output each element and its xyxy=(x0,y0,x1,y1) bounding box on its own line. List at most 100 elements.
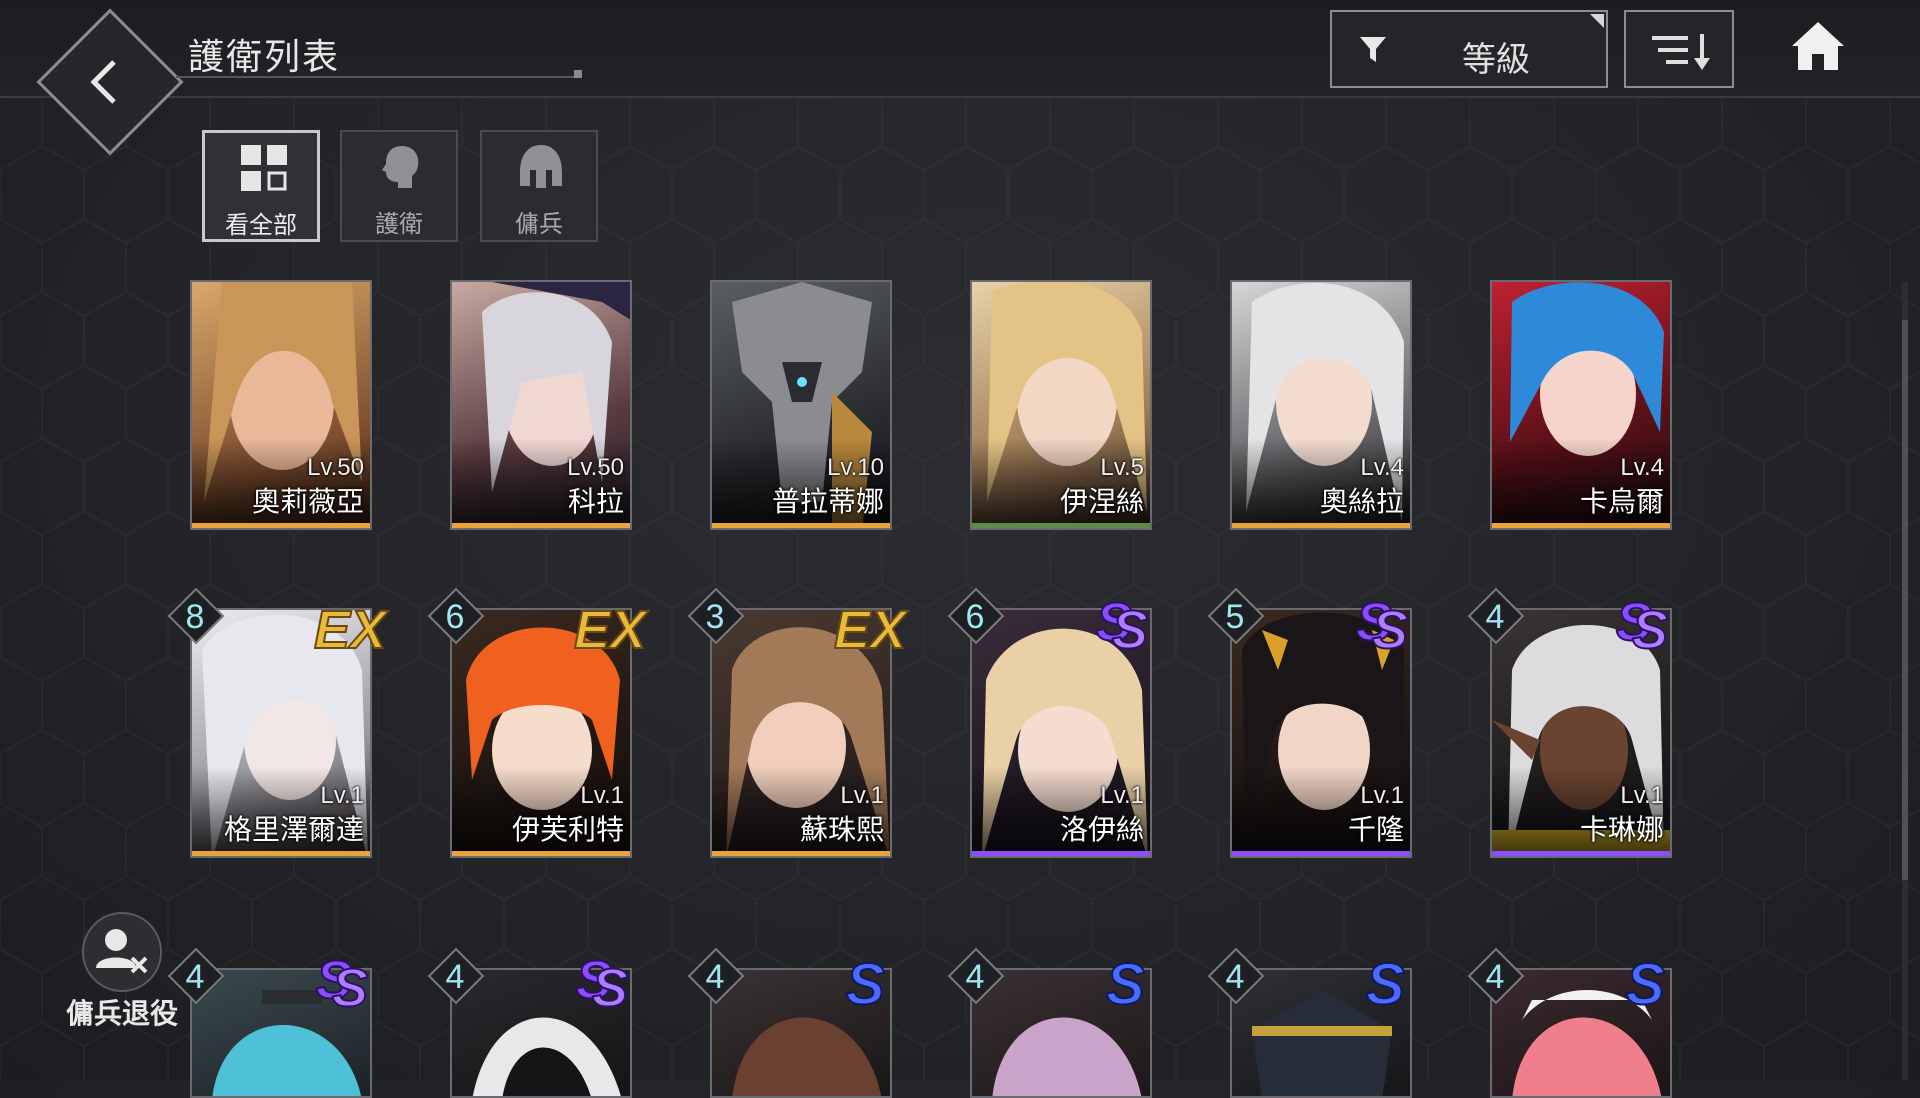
level-text: Lv.1 xyxy=(580,782,624,809)
rarity-bar xyxy=(1492,523,1670,528)
star-count: 3 xyxy=(705,598,725,636)
ss-rank-text: S xyxy=(592,958,628,1008)
level-text: Lv.1 xyxy=(1620,782,1664,809)
ss-rank-text: S xyxy=(1632,600,1668,650)
star-count-badge: 8 xyxy=(167,587,225,645)
character-card[interactable]: Lv.5 伊涅絲 xyxy=(970,280,1152,530)
ex-rank-badge: EX xyxy=(573,599,650,656)
character-name: 奧絲拉 xyxy=(1319,486,1404,517)
tab-guards[interactable]: 護衛 xyxy=(340,130,458,242)
s-rank-badge: S xyxy=(845,951,886,1010)
character-name: 蘇珠熙 xyxy=(799,814,884,845)
level-text: Lv.4 xyxy=(1620,454,1664,481)
level-text: Lv.1 xyxy=(320,782,364,809)
star-count: 4 xyxy=(185,958,205,996)
rarity-bar xyxy=(712,851,890,856)
level-text: Lv.50 xyxy=(307,454,364,481)
star-count: 4 xyxy=(965,958,985,996)
ss-rank-badge: S S xyxy=(575,949,629,1008)
character-name: 奧莉薇亞 xyxy=(251,486,364,517)
star-count-badge: 4 xyxy=(1467,587,1525,645)
rarity-bar xyxy=(192,851,370,856)
star-count-badge: 3 xyxy=(687,587,745,645)
character-name: 卡烏爾 xyxy=(1579,486,1664,517)
star-count: 4 xyxy=(445,958,465,996)
tab-guards-label: 護衛 xyxy=(375,211,423,238)
star-count-badge: 4 xyxy=(947,947,1005,1005)
ss-rank-badge: S S xyxy=(1095,591,1149,650)
s-rank-text: S xyxy=(1366,952,1405,1010)
star-count-badge: 6 xyxy=(947,587,1005,645)
helmet-icon xyxy=(520,145,562,188)
rarity-bar xyxy=(972,523,1150,528)
level-filter-button[interactable]: 等級 xyxy=(1330,10,1608,88)
filter-corner-marker xyxy=(1590,14,1604,28)
back-arrow-icon xyxy=(90,60,116,104)
ss-rank-badge: S S xyxy=(315,949,369,1008)
tab-mercenaries[interactable]: 傭兵 xyxy=(480,130,598,242)
retire-mercenary-button[interactable] xyxy=(82,912,162,992)
level-text: Lv.1 xyxy=(840,782,884,809)
star-count: 4 xyxy=(1485,958,1505,996)
character-name: 普拉蒂娜 xyxy=(771,486,884,517)
level-text: Lv.1 xyxy=(1360,782,1404,809)
ex-rank-badge: EX xyxy=(313,599,390,656)
s-rank-badge: S xyxy=(1365,951,1406,1010)
star-count-badge: 4 xyxy=(1467,947,1525,1005)
character-name: 格里澤爾達 xyxy=(223,814,364,845)
ex-rank-text: EX xyxy=(834,600,909,656)
character-card[interactable]: Lv.10 普拉蒂娜 xyxy=(710,280,892,530)
star-count-badge: 6 xyxy=(427,587,485,645)
page-title: 護衛列表 xyxy=(188,36,341,77)
ss-rank-badge: S S xyxy=(1355,591,1409,650)
level-text: Lv.50 xyxy=(567,454,624,481)
character-name: 卡琳娜 xyxy=(1579,814,1664,845)
ex-rank-text: EX xyxy=(314,600,389,656)
ss-rank-text: S xyxy=(332,958,368,1008)
sort-order-button[interactable] xyxy=(1624,10,1734,88)
character-name: 伊芙利特 xyxy=(511,814,624,845)
title-underline-dot xyxy=(574,70,582,78)
character-card[interactable]: Lv.50 科拉 xyxy=(450,280,632,530)
scrollbar-thumb[interactable] xyxy=(1902,320,1908,880)
rarity-bar xyxy=(192,523,370,528)
level-text: Lv.5 xyxy=(1100,454,1144,481)
rarity-bar xyxy=(452,851,630,856)
grid-icon xyxy=(241,145,287,191)
character-card[interactable]: Lv.50 奧莉薇亞 xyxy=(190,280,372,530)
level-text: Lv.4 xyxy=(1360,454,1404,481)
ss-rank-text: S xyxy=(1112,600,1148,650)
head-icon xyxy=(382,146,419,188)
star-count-badge: 5 xyxy=(1207,587,1265,645)
star-count: 4 xyxy=(1225,958,1245,996)
funnel-icon xyxy=(1360,37,1386,62)
tab-all-label: 看全部 xyxy=(225,212,297,239)
ex-rank-text: EX xyxy=(574,600,649,656)
rarity-bar xyxy=(1232,851,1410,856)
star-count: 4 xyxy=(705,958,725,996)
star-count-badge: 4 xyxy=(167,947,225,1005)
ss-rank-text: S xyxy=(1372,600,1408,650)
star-count-badge: 4 xyxy=(1207,947,1265,1005)
title-underline xyxy=(176,76,582,78)
star-count: 6 xyxy=(965,598,985,636)
s-rank-text: S xyxy=(846,952,885,1010)
home-icon[interactable] xyxy=(1790,20,1846,72)
s-rank-badge: S xyxy=(1105,951,1146,1010)
retire-mercenary-label: 傭兵退役 xyxy=(66,998,179,1029)
ex-rank-badge: EX xyxy=(833,599,910,656)
star-count: 4 xyxy=(1485,598,1505,636)
s-rank-text: S xyxy=(1626,952,1665,1010)
filter-label: 等級 xyxy=(1462,41,1530,79)
character-card[interactable]: Lv.4 奧絲拉 xyxy=(1230,280,1412,530)
level-text: Lv.1 xyxy=(1100,782,1144,809)
character-card[interactable]: Lv.4 卡烏爾 xyxy=(1490,280,1672,530)
rarity-bar xyxy=(1232,523,1410,528)
tab-mercenaries-label: 傭兵 xyxy=(515,211,563,238)
character-name: 千隆 xyxy=(1347,814,1404,845)
star-count: 8 xyxy=(185,598,205,636)
s-rank-badge: S xyxy=(1625,951,1666,1010)
tab-all[interactable]: 看全部 xyxy=(202,130,320,242)
rarity-bar xyxy=(972,851,1150,856)
user-remove-icon xyxy=(96,929,148,974)
